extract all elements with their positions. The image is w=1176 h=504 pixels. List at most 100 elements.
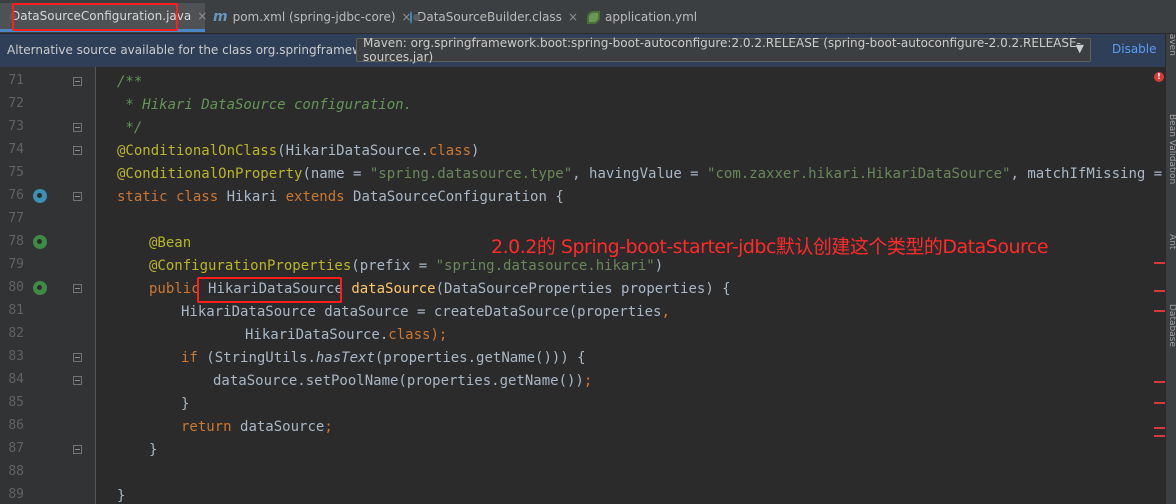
code-line-89: }: [117, 488, 126, 504]
code-line-78: @Bean: [149, 235, 192, 251]
tab-label: pom.xml (spring-jdbc-core): [232, 10, 396, 24]
code-token: dataSource: [240, 419, 325, 435]
line-number: 71: [8, 73, 24, 88]
code-line-75: @ConditionalOnProperty(name = "spring.da…: [117, 165, 1176, 183]
code-token: static class: [117, 189, 227, 205]
line-number: 74: [8, 142, 24, 157]
tool-window-ant[interactable]: Ant: [1166, 234, 1176, 249]
code-line-82: HikariDataSource.class);: [245, 326, 447, 344]
code-line-83: if (StringUtils.hasText(properties.getNa…: [181, 349, 586, 367]
disable-link[interactable]: Disable: [1112, 42, 1157, 56]
code-editor[interactable]: 71 72 73 74 75 76 77 78 79 80 81 82 83 8…: [0, 67, 1176, 504]
code-token: Hikari: [226, 189, 286, 205]
class-icon: [410, 10, 421, 24]
tool-window-database[interactable]: Database: [1166, 304, 1176, 347]
code-token: @ConditionalOnClass: [117, 143, 278, 159]
code-line-85: }: [181, 396, 190, 412]
code-token: ): [654, 258, 664, 274]
code-token: "spring.datasource.hikari": [435, 258, 655, 274]
line-number: 79: [8, 257, 24, 272]
code-token: "com.zaxxer.hikari.HikariDataSource": [707, 166, 1011, 182]
close-icon[interactable]: ×: [197, 9, 207, 23]
fold-marker[interactable]: [73, 376, 82, 385]
code-line-76: static class Hikari extends DataSourceCo…: [117, 188, 564, 206]
code-line-86: return dataSource;: [181, 418, 333, 436]
code-token: ;: [324, 419, 333, 435]
fold-marker[interactable]: [73, 146, 82, 155]
tool-window-bean-validation[interactable]: Bean Validation: [1166, 114, 1176, 184]
bean-method-icon[interactable]: [33, 235, 47, 249]
tab-application-yml[interactable]: application.yml: [582, 3, 698, 31]
code-token: HikariDataSource.: [245, 327, 389, 343]
spring-config-icon: [587, 10, 600, 24]
code-token: @ConditionalOnProperty: [117, 166, 303, 182]
error-stripe-mark[interactable]: [1154, 290, 1165, 292]
code-token: (name =: [302, 166, 370, 182]
code-token: extends: [285, 189, 354, 205]
active-tab-highlight: [12, 3, 178, 31]
code-line-84: dataSource.setPoolName(properties.getNam…: [213, 372, 592, 390]
line-number: 73: [8, 119, 24, 134]
code-line-71: /**: [117, 74, 143, 90]
tab-pom-xml[interactable]: m pom.xml (spring-jdbc-core) ×: [207, 3, 412, 31]
fold-marker[interactable]: [73, 77, 82, 86]
tab-label: application.yml: [605, 10, 698, 24]
line-number: 89: [8, 487, 24, 502]
bean-class-icon[interactable]: [33, 189, 47, 203]
code-token: (prefix =: [351, 258, 436, 274]
source-select-value: Maven: org.springframework.boot:spring-b…: [363, 36, 1081, 64]
annotation-note: 2.0.2的 Spring-boot-starter-jdbc默认创建这个类型的…: [491, 236, 1049, 258]
line-number: 82: [8, 326, 24, 341]
fold-marker[interactable]: [73, 445, 82, 454]
right-tool-strip: Maven Bean Validation Ant Database: [1165, 34, 1176, 504]
banner-message: Alternative source available for the cla…: [7, 43, 405, 57]
code-token: , matchIfMissing =: [1010, 166, 1171, 182]
line-number: 83: [8, 349, 24, 364]
code-token: hasText: [315, 350, 375, 366]
code-token: DataSourceConfiguration {: [353, 189, 564, 205]
line-number: 81: [8, 303, 24, 318]
line-number: 80: [8, 280, 24, 295]
fold-marker[interactable]: [73, 353, 82, 362]
editor-gutter: 71 72 73 74 75 76 77 78 79 80 81 82 83 8…: [0, 67, 96, 504]
close-icon[interactable]: ×: [568, 10, 578, 24]
tool-window-maven[interactable]: Maven: [1166, 34, 1176, 56]
code-token: ;: [583, 373, 593, 389]
error-stripe-mark[interactable]: [1154, 427, 1165, 429]
code-token: "spring.datasource.type": [369, 166, 573, 182]
code-token: (properties.getName())) {: [374, 350, 586, 366]
code-line-73: */: [117, 120, 143, 136]
tab-datasource-builder[interactable]: DataSourceBuilder.class ×: [404, 3, 578, 31]
error-stripe-mark[interactable]: [1154, 435, 1165, 437]
code-token: (DataSourceProperties properties) {: [435, 281, 731, 297]
line-number: 88: [8, 464, 24, 479]
line-number: 72: [8, 96, 24, 111]
fold-marker[interactable]: [73, 284, 82, 293]
code-line-79: @ConfigurationProperties(prefix = "sprin…: [149, 257, 663, 275]
line-number: 86: [8, 418, 24, 433]
error-stripe-mark[interactable]: [1154, 310, 1165, 312]
error-stripe-mark[interactable]: [1154, 381, 1165, 383]
code-token: (HikariDataSource.: [277, 143, 429, 159]
code-token: ): [471, 143, 480, 159]
code-line-72: * Hikari DataSource configuration.: [117, 97, 413, 113]
code-token: (StringUtils.: [206, 350, 316, 366]
code-token: dataSource: [351, 281, 436, 297]
fold-marker[interactable]: [73, 123, 82, 132]
return-type-highlight: [197, 277, 342, 303]
error-stripe-mark[interactable]: [1154, 262, 1165, 264]
line-number: 77: [8, 211, 24, 226]
line-number: 78: [8, 234, 24, 249]
fold-marker[interactable]: [73, 192, 82, 201]
code-token: if: [181, 350, 207, 366]
code-token: ,: [661, 304, 670, 320]
tab-label: DataSourceBuilder.class: [417, 10, 562, 24]
line-number: 84: [8, 372, 24, 387]
bean-method-icon[interactable]: [33, 281, 47, 295]
code-line-74: @ConditionalOnClass(HikariDataSource.cla…: [117, 142, 479, 160]
source-select-dropdown[interactable]: Maven: org.springframework.boot:spring-b…: [356, 36, 1091, 64]
error-icon[interactable]: !: [1154, 72, 1164, 82]
error-stripe-mark[interactable]: [1154, 402, 1165, 404]
line-number: 75: [8, 165, 24, 180]
code-token: HikariDataSource dataSource = createData…: [181, 304, 662, 320]
